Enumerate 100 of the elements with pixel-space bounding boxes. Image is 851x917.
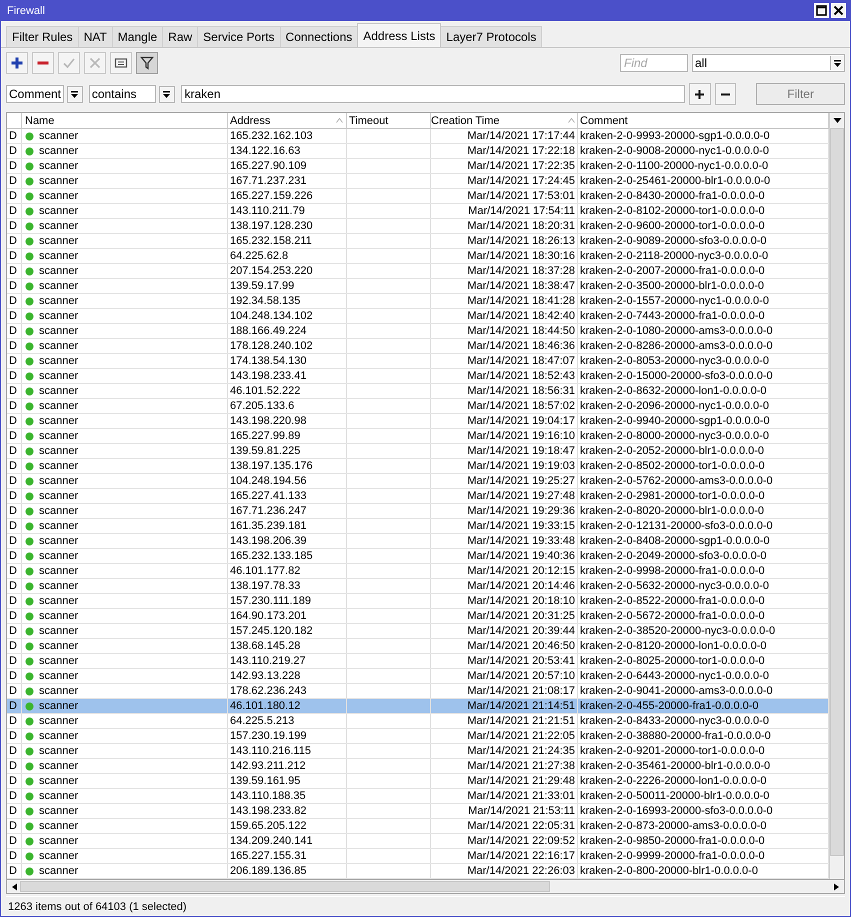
table-cell: D [7,384,22,398]
table-cell: D [7,309,22,323]
list-dropdown[interactable]: all [692,54,845,72]
table-cell: scanner [39,759,78,773]
table-cell: 167.71.237.231 [228,174,347,188]
table-cell: 165.227.99.89 [228,429,347,443]
filter-icon [140,56,154,70]
table-cell: D [7,774,22,788]
table-cell: scanner [39,849,78,863]
table-cell: scanner [39,339,78,353]
table-cell: Mar/14/2021 21:27:38 [431,759,578,773]
table-cell: 138.197.128.230 [228,219,347,233]
table-cell: 192.34.58.135 [228,294,347,308]
status-dot-icon [25,372,34,380]
table-cell: D [7,249,22,263]
table-cell: D [7,819,22,833]
table-cell: D [7,579,22,593]
maximize-button[interactable] [814,3,829,18]
table-cell: scanner [39,519,78,533]
status-dot-icon [25,806,34,816]
comment-button[interactable] [110,52,132,74]
table-cell: Mar/14/2021 18:57:02 [431,399,578,413]
table-cell: D [7,684,22,698]
table-cell: D [7,654,22,668]
table-cell: scanner [39,789,78,803]
table-cell: Mar/14/2021 17:17:44 [431,129,578,143]
table-cell: scanner [39,369,78,383]
table-cell: Mar/14/2021 19:18:47 [431,444,578,458]
table-cell: D [7,534,22,548]
tab[interactable]: NAT [78,26,113,47]
remove-condition-button[interactable] [714,83,736,105]
column-header[interactable]: Timeout [347,113,431,128]
tab[interactable]: Mangle [112,26,164,47]
status-dot-icon [25,146,34,156]
status-dot-icon [25,356,34,366]
column-header[interactable]: Address [228,113,347,128]
table-cell: Mar/14/2021 19:33:48 [431,534,578,548]
dropdown-button[interactable] [67,86,83,102]
table-cell: scanner [39,834,78,848]
table-cell: scanner [39,654,78,668]
table-cell: Mar/14/2021 18:41:28 [431,294,578,308]
status-text: 1263 items out of 64103 (1 selected) [8,901,187,913]
table-cell: scanner [39,669,78,683]
table-cell: 139.59.17.99 [228,279,347,293]
property-dropdown[interactable]: Comment [6,85,64,103]
status-dot-icon [25,506,34,516]
add-button[interactable] [6,52,28,74]
remove-button[interactable] [32,52,54,74]
table-cell: D [7,834,22,848]
add-condition-button[interactable] [688,83,711,105]
table-cell: 67.205.133.6 [228,399,347,413]
status-dot-icon [25,762,34,770]
status-dot-icon [25,236,34,246]
close-button[interactable] [831,3,846,18]
table-cell: 46.101.180.12 [228,699,347,713]
tab[interactable]: Connections [280,26,358,47]
table-cell: 143.198.220.98 [228,414,347,428]
scrollbar-thumb[interactable] [20,881,550,892]
tab[interactable]: Layer7 Protocols [440,26,542,47]
column-header[interactable]: Creation Time [431,113,578,128]
table-cell: D [7,429,22,443]
table-cell: D [7,294,22,308]
table-cell: D [7,714,22,728]
status-dot-icon [25,386,34,396]
filter-value-field[interactable]: kraken [180,85,685,103]
table-cell: scanner [39,549,78,563]
table-cell: Mar/14/2021 21:08:17 [431,684,578,698]
tab[interactable]: Raw [162,26,198,47]
table-cell: D [7,234,22,248]
selected-row[interactable]: D scanner 46.101.180.12 Mar/14/2021 21:14:51 kraken-2-0-455-20000-fra1-0.0.0.0-0 [7,699,829,714]
table-cell: scanner [39,189,78,203]
table-cell: D [7,189,22,203]
table-cell: Mar/14/2021 17:24:45 [431,174,578,188]
table-cell: scanner [39,624,78,638]
find-field[interactable]: Find [620,54,688,72]
table-cell: Mar/14/2021 19:16:10 [431,429,578,443]
table-cell: 178.128.240.102 [228,339,347,353]
tab[interactable]: Service Ports [197,26,281,47]
status-dot-icon [25,312,34,320]
table-cell: 143.198.233.41 [228,369,347,383]
column-header[interactable]: Name [22,113,228,128]
filter-button[interactable]: Filter [756,83,845,105]
table-cell: scanner [39,219,78,233]
status-dot-icon [25,776,34,786]
table-cell: Mar/14/2021 18:38:47 [431,279,578,293]
operator-dropdown[interactable]: contains [88,85,156,103]
table-cell: scanner [39,729,78,743]
caret-icon [162,90,172,98]
cross-icon [88,56,102,70]
status-dot-icon [25,672,34,680]
tab[interactable]: Address Lists [357,23,442,47]
table-cell: scanner [39,294,78,308]
dropdown-button[interactable] [158,86,175,102]
filter-button[interactable] [136,52,158,74]
table-cell: Mar/14/2021 22:26:03 [431,864,578,878]
horizontal-scrollbar[interactable] [6,879,845,894]
table-cell: 104.248.134.102 [228,309,347,323]
table-cell: 104.248.194.56 [228,474,347,488]
status-dot-icon [25,342,34,350]
tab[interactable]: Filter Rules [6,26,79,47]
